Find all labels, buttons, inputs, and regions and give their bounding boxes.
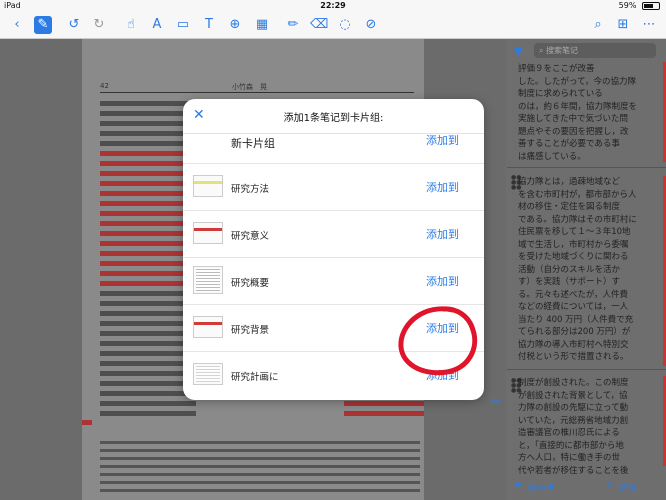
deck-name: 新卡片组	[231, 137, 275, 150]
highlight-key-button[interactable]: 划重点	[528, 481, 555, 494]
page-number: 42	[100, 82, 109, 90]
page-author: 小竹森 晃	[232, 83, 267, 91]
deck-row[interactable]: 研究意义 添加到	[183, 211, 484, 258]
select-button[interactable]: 选择	[619, 481, 637, 494]
deck-name: 研究方法	[231, 184, 270, 195]
more-icon[interactable]: ⋯	[640, 16, 658, 34]
deck-thumbnail	[193, 316, 223, 338]
compass-icon[interactable]: ⊘	[362, 16, 380, 34]
add-to-button[interactable]: 添加到	[426, 273, 459, 289]
filter-icon[interactable]: ▼	[514, 45, 522, 58]
deck-thumbnail	[193, 363, 223, 385]
battery-icon	[642, 1, 660, 10]
deck-name: 研究意义	[231, 231, 270, 242]
note-divider	[507, 369, 666, 370]
deck-name: 研究背景	[231, 325, 270, 336]
toolbar: ‹ ✎ ↺ ↻ ☝ A ▭ T ⊕ ▦ ✏ ⌫ ◌ ⊘ ⌕ ⊞ ⋯	[0, 12, 666, 39]
battery-status: 59%	[619, 1, 660, 10]
pencil-icon[interactable]: ✏	[284, 16, 302, 34]
add-to-button[interactable]: 添加到	[426, 134, 459, 148]
highlight-mark[interactable]	[100, 151, 196, 156]
hand-tool-icon[interactable]: ☝	[122, 16, 140, 34]
sidebar-bottom-bar: ✚ 划重点 ✎ 选择	[506, 476, 666, 500]
rectangle-tool-icon[interactable]: ▭	[174, 16, 192, 34]
note-card[interactable]: 制度が創設された。この制度 が創設された背景として，協 力隊の創設の先駆に立って…	[518, 377, 662, 477]
note-card[interactable]: 評価９をここが改善 した。したがって，今の協力隊 制度に求められている のは，約…	[518, 63, 662, 163]
dialog-title: 添加1条笔记到卡片组:	[283, 113, 384, 124]
dialog-header: ✕ 添加1条笔记到卡片组:	[183, 99, 484, 134]
back-icon[interactable]: ‹	[8, 16, 26, 34]
battery-percent: 59%	[618, 1, 637, 10]
add-icon[interactable]: ✚	[514, 481, 522, 491]
red-circle-annotation	[398, 306, 478, 376]
add-to-button[interactable]: 添加到	[426, 179, 459, 195]
resize-splitter-icon[interactable]: ↔	[491, 394, 501, 408]
search-notes-input[interactable]: ⌕ 搜索笔记	[534, 43, 656, 58]
search-glyph-icon: ⌕	[539, 46, 544, 55]
stamp-icon[interactable]: ⊕	[226, 16, 244, 34]
deck-name: 研究計画に	[231, 372, 279, 383]
search-placeholder: 搜索笔记	[546, 46, 579, 55]
deck-row[interactable]: 研究概要 添加到	[183, 258, 484, 305]
note-card[interactable]: 協力隊とは，過疎地域など を含む市町村が，都市部から人 材の移住・定住を図る制度…	[518, 176, 662, 364]
lasso-icon[interactable]: ◌	[336, 16, 354, 34]
page-rule	[100, 92, 414, 93]
text-highlight-icon[interactable]: A	[148, 16, 166, 34]
deck-row[interactable]: 研究方法 添加到	[183, 164, 484, 211]
pen-mode-icon[interactable]: ✎	[34, 16, 52, 34]
grid-view-icon[interactable]: ⊞	[614, 16, 632, 34]
text-box-icon[interactable]: T	[200, 16, 218, 34]
deck-thumbnail	[193, 175, 223, 197]
clock: 22:29	[320, 1, 346, 10]
select-icon[interactable]: ✎	[606, 481, 614, 491]
redo-icon[interactable]: ↻	[90, 16, 108, 34]
note-divider	[507, 167, 666, 168]
deck-thumbnail	[193, 266, 223, 294]
deck-thumbnail	[193, 222, 223, 244]
add-to-button[interactable]: 添加到	[426, 226, 459, 242]
undo-icon[interactable]: ↺	[65, 16, 83, 34]
deck-name: 研究概要	[231, 278, 270, 289]
eraser-icon[interactable]: ⌫	[310, 16, 328, 34]
status-bar: iPad 22:29 59%	[0, 0, 666, 12]
search-icon[interactable]: ⌕	[589, 16, 607, 34]
deck-row[interactable]: 新卡片组 添加到	[183, 134, 484, 164]
image-insert-icon[interactable]: ▦	[253, 16, 271, 34]
